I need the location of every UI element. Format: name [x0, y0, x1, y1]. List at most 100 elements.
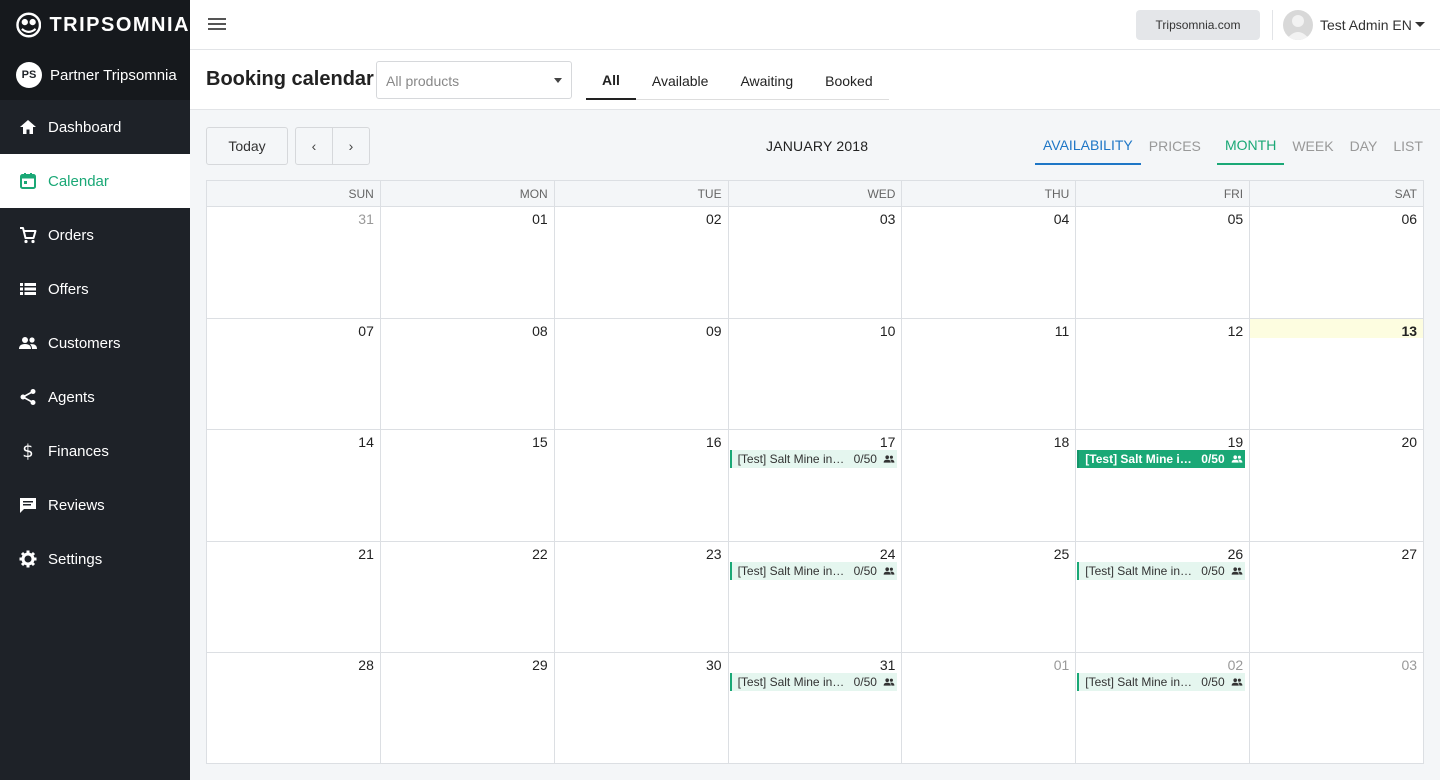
day-cell[interactable]: 10 [729, 318, 903, 430]
sidebar-item-offers[interactable]: Offers [0, 262, 190, 316]
day-cell[interactable]: 12 [1076, 318, 1251, 430]
day-cell[interactable]: 14 [207, 430, 381, 541]
day-number[interactable]: 02 [1228, 657, 1244, 673]
day-number[interactable]: 18 [1054, 434, 1070, 450]
sidebar-item-agents[interactable]: Agents [0, 370, 190, 424]
day-number[interactable]: 23 [706, 546, 722, 562]
day-number[interactable]: 28 [358, 657, 374, 673]
calendar-event[interactable]: [Test] Salt Mine in Wieliczka 0/50 [1077, 673, 1246, 692]
day-cell[interactable]: 16 [555, 430, 729, 541]
filter-tab-all[interactable]: All [586, 61, 636, 100]
day-number[interactable]: 09 [706, 323, 722, 339]
sidebar-item-settings[interactable]: Settings [0, 532, 190, 586]
day-number[interactable]: 15 [532, 434, 548, 450]
day-number[interactable]: 30 [706, 657, 722, 673]
day-cell[interactable]: 18 [902, 430, 1077, 541]
sidebar-item-orders[interactable]: Orders [0, 208, 190, 262]
filter-tab-available[interactable]: Available [636, 61, 725, 100]
filter-tab-awaiting[interactable]: Awaiting [724, 61, 809, 100]
day-cell[interactable]: 02 [Test] Salt Mine in Wieliczka 0/50 [1076, 653, 1251, 764]
brand[interactable]: TRIPSOMNIA [0, 0, 190, 50]
user-name[interactable]: Test Admin EN [1320, 17, 1412, 33]
day-number[interactable]: 05 [1228, 211, 1244, 227]
day-cell[interactable]: 22 [381, 541, 555, 653]
tab-month[interactable]: MONTH [1217, 127, 1285, 165]
day-cell[interactable]: 30 [555, 653, 729, 764]
day-cell[interactable]: 28 [207, 653, 381, 764]
chevron-down-icon[interactable] [1415, 22, 1425, 27]
day-number[interactable]: 06 [1401, 211, 1417, 227]
day-number[interactable]: 24 [880, 546, 896, 562]
day-number[interactable]: 13 [1401, 323, 1417, 339]
day-number[interactable]: 12 [1228, 323, 1244, 339]
tab-day[interactable]: DAY [1342, 127, 1386, 165]
sidebar-item-dashboard[interactable]: Dashboard [0, 100, 190, 154]
day-cell[interactable]: 20 [1250, 430, 1423, 541]
day-cell[interactable]: 01 [902, 653, 1077, 764]
day-number[interactable]: 01 [532, 211, 548, 227]
day-cell[interactable]: 04 [902, 207, 1077, 318]
day-cell[interactable]: 08 [381, 318, 555, 430]
partner-switcher[interactable]: PS Partner Tripsomnia [0, 50, 190, 100]
day-cell[interactable]: 03 [729, 207, 903, 318]
tab-prices[interactable]: PRICES [1141, 127, 1209, 165]
day-cell[interactable]: 24 [Test] Salt Mine in Wieliczka 0/50 [729, 541, 903, 653]
day-number[interactable]: 16 [706, 434, 722, 450]
prev-month-button[interactable]: ‹ [296, 128, 332, 164]
day-number[interactable]: 21 [358, 546, 374, 562]
day-number[interactable]: 31 [880, 657, 896, 673]
day-number[interactable]: 25 [1054, 546, 1070, 562]
product-select[interactable]: All products [376, 61, 572, 99]
day-cell[interactable]: 01 [381, 207, 555, 318]
day-cell[interactable]: 07 [207, 318, 381, 430]
day-number[interactable]: 26 [1228, 546, 1244, 562]
day-number[interactable]: 31 [358, 211, 374, 227]
day-cell[interactable]: 21 [207, 541, 381, 653]
day-cell[interactable]: 31 [207, 207, 381, 318]
tab-availability[interactable]: AVAILABILITY [1035, 127, 1141, 165]
day-number[interactable]: 20 [1401, 434, 1417, 450]
day-cell[interactable]: 19 [Test] Salt Mine in Wieliczka 0/50 [1076, 430, 1251, 541]
day-number[interactable]: 14 [358, 434, 374, 450]
day-cell[interactable]: 23 [555, 541, 729, 653]
calendar-event[interactable]: [Test] Salt Mine in Wieliczka 0/50 [729, 450, 898, 469]
day-number[interactable]: 27 [1401, 546, 1417, 562]
day-cell[interactable]: 05 [1076, 207, 1251, 318]
day-number[interactable]: 10 [880, 323, 896, 339]
sidebar-item-reviews[interactable]: Reviews [0, 478, 190, 532]
day-cell[interactable]: 31 [Test] Salt Mine in Wieliczka 0/50 [729, 653, 903, 764]
day-cell[interactable]: 06 [1250, 207, 1423, 318]
day-number[interactable]: 19 [1228, 434, 1244, 450]
day-cell[interactable]: 17 [Test] Salt Mine in Wieliczka 0/50 [729, 430, 903, 541]
today-button[interactable]: Today [206, 127, 288, 165]
tab-list[interactable]: LIST [1385, 127, 1431, 165]
day-cell[interactable]: 09 [555, 318, 729, 430]
day-number[interactable]: 29 [532, 657, 548, 673]
day-cell[interactable]: 26 [Test] Salt Mine in Wieliczka 0/50 [1076, 541, 1251, 653]
day-cell[interactable]: 03 [1250, 653, 1423, 764]
day-number[interactable]: 11 [1055, 323, 1070, 339]
tab-week[interactable]: WEEK [1284, 127, 1341, 165]
site-link-button[interactable]: Tripsomnia.com [1136, 10, 1260, 40]
day-number[interactable]: 17 [880, 434, 896, 450]
day-cell[interactable]: 27 [1250, 542, 1423, 653]
day-number[interactable]: 07 [358, 323, 374, 339]
day-number[interactable]: 01 [1054, 657, 1070, 673]
day-cell-today[interactable]: 13 [1250, 318, 1424, 430]
calendar-event[interactable]: [Test] Salt Mine in Wieliczka 0/50 [1077, 561, 1246, 580]
sidebar-item-customers[interactable]: Customers [0, 316, 190, 370]
user-avatar[interactable] [1283, 10, 1313, 40]
day-number[interactable]: 02 [706, 211, 722, 227]
day-number[interactable]: 08 [532, 323, 548, 339]
day-number[interactable]: 04 [1054, 211, 1070, 227]
day-cell[interactable]: 11 [902, 318, 1077, 430]
day-cell[interactable]: 02 [555, 207, 729, 318]
day-cell[interactable]: 29 [381, 653, 555, 764]
calendar-event[interactable]: [Test] Salt Mine in Wieliczka 0/50 [1077, 450, 1246, 469]
sidebar-item-finances[interactable]: $ Finances [0, 424, 190, 478]
day-number[interactable]: 22 [532, 546, 548, 562]
filter-tab-booked[interactable]: Booked [809, 61, 888, 100]
day-number[interactable]: 03 [880, 211, 896, 227]
day-cell[interactable]: 25 [902, 541, 1077, 653]
day-number[interactable]: 03 [1401, 657, 1417, 673]
